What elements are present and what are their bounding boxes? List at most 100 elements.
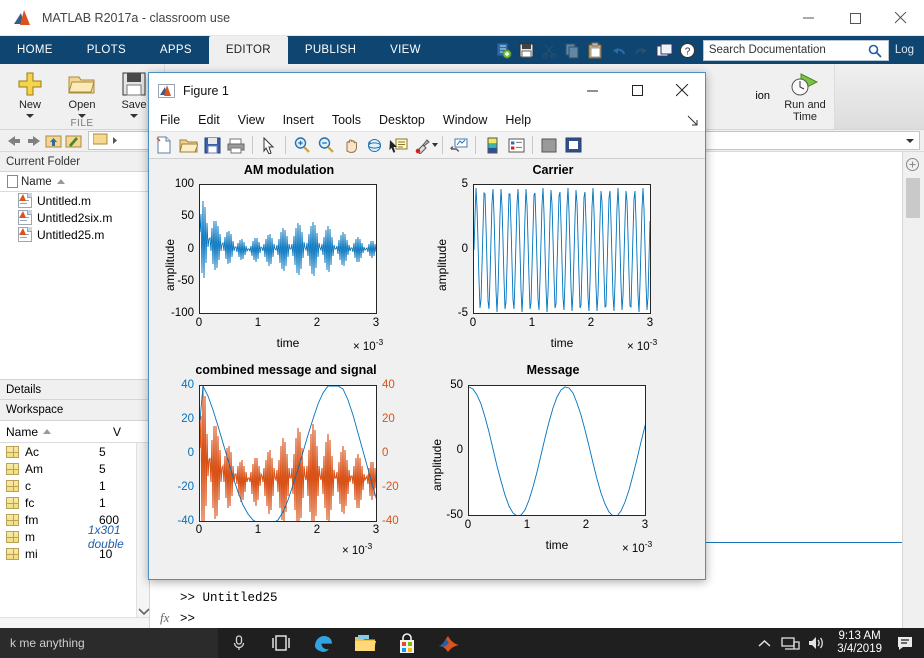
taskbar-clock[interactable]: 9:13 AM 3/4/2019 [829, 630, 890, 656]
close-icon[interactable] [660, 73, 705, 108]
maximize-icon[interactable] [615, 73, 660, 108]
hide-plot-tools-icon[interactable] [537, 133, 561, 157]
menu-view[interactable]: View [229, 108, 274, 132]
save-figure-icon[interactable] [200, 133, 224, 157]
dock-arrow-icon[interactable] [687, 115, 698, 129]
current-folder-file-list[interactable]: Name Untitled.m Untitled2six.m Untitled2… [0, 172, 149, 379]
file-list-item[interactable]: Untitled2six.m [0, 209, 149, 226]
chart-carrier[interactable]: Carrier amplitude 5 0 -5 0 1 2 3 time × … [421, 163, 685, 363]
show-plot-tools-icon[interactable] [561, 133, 585, 157]
menu-insert[interactable]: Insert [274, 108, 323, 132]
workspace-row[interactable]: mi 10 [0, 545, 149, 562]
panel-collapse-icon[interactable] [906, 158, 919, 174]
print-figure-icon[interactable] [224, 133, 248, 157]
tab-editor[interactable]: EDITOR [209, 36, 288, 64]
menu-help[interactable]: Help [496, 108, 540, 132]
menu-edit[interactable]: Edit [189, 108, 229, 132]
chart-message[interactable]: Message amplitude 50 0 -50 0 1 2 3 time … [421, 363, 685, 563]
new-figure-icon[interactable] [152, 133, 176, 157]
run-and-time-button[interactable]: Run and Time [776, 64, 834, 123]
plot-area[interactable] [199, 184, 377, 314]
minimize-icon[interactable] [786, 0, 832, 36]
edit-pointer-icon[interactable] [257, 133, 281, 157]
tab-publish[interactable]: PUBLISH [288, 36, 373, 64]
pan-icon[interactable] [338, 133, 362, 157]
plot-area[interactable] [473, 184, 651, 314]
show-hidden-icons-icon[interactable] [751, 628, 777, 658]
file-list-item[interactable]: Untitled.m [0, 192, 149, 209]
help-icon[interactable]: ? [677, 40, 698, 61]
forward-arrow-icon[interactable] [24, 131, 44, 150]
chart-am-modulation[interactable]: AM modulation amplitude 100 50 0 -50 -10… [157, 163, 421, 363]
rotate-3d-icon[interactable] [362, 133, 386, 157]
zoom-out-icon[interactable] [314, 133, 338, 157]
minimize-icon[interactable] [570, 73, 615, 108]
chevron-down-icon[interactable] [130, 114, 138, 118]
open-figure-icon[interactable] [176, 133, 200, 157]
workspace-horizontal-scrollbar[interactable] [0, 617, 149, 628]
volume-icon[interactable] [803, 628, 829, 658]
link-plot-icon[interactable] [447, 133, 471, 157]
paste-icon[interactable] [585, 40, 606, 61]
chevron-down-icon[interactable] [432, 143, 438, 147]
matlab-icon[interactable] [428, 628, 470, 658]
store-icon[interactable] [386, 628, 428, 658]
chevron-down-icon[interactable] [26, 114, 34, 118]
task-view-icon[interactable] [260, 628, 302, 658]
workspace-row[interactable]: m 1x301 double [0, 528, 149, 545]
switch-window-icon[interactable] [654, 40, 675, 61]
workspace-value-column[interactable]: V [113, 425, 121, 439]
workspace-row[interactable]: Am 5 [0, 460, 149, 477]
menu-window[interactable]: Window [434, 108, 496, 132]
chart-title: combined message and signal [154, 363, 418, 377]
workspace-row[interactable]: Ac 5 [0, 443, 149, 460]
colorbar-icon[interactable] [480, 133, 504, 157]
brush-data-icon[interactable] [410, 133, 434, 157]
plot-area[interactable] [468, 385, 646, 516]
workspace-panel-header: Workspace [0, 400, 149, 421]
chevron-down-icon[interactable] [906, 139, 914, 143]
menu-tools[interactable]: Tools [323, 108, 370, 132]
network-icon[interactable] [777, 628, 803, 658]
workspace-row[interactable]: c 1 [0, 477, 149, 494]
undo-icon[interactable] [608, 40, 629, 61]
up-folder-icon[interactable] [44, 131, 64, 150]
zoom-in-icon[interactable] [290, 133, 314, 157]
workspace-row[interactable]: fc 1 [0, 494, 149, 511]
data-cursor-icon[interactable] [386, 133, 410, 157]
command-prompt[interactable]: >> [180, 609, 902, 630]
figure-window[interactable]: Figure 1 File Edit View Insert Tools Des… [148, 72, 706, 580]
maximize-icon[interactable] [832, 0, 878, 36]
tab-home[interactable]: HOME [0, 36, 70, 64]
tab-view[interactable]: VIEW [373, 36, 438, 64]
legend-icon[interactable] [504, 133, 528, 157]
name-column-label[interactable]: Name [21, 176, 52, 188]
figure-canvas[interactable]: AM modulation amplitude 100 50 0 -50 -10… [149, 159, 705, 579]
details-panel-header[interactable]: Details [0, 379, 149, 400]
new-script-icon[interactable] [493, 40, 514, 61]
redo-icon [631, 40, 652, 61]
browse-folder-icon[interactable] [64, 131, 84, 150]
chart-combined-message-and-signal[interactable]: combined message and signal 40 20 0 -20 … [157, 363, 421, 563]
tab-apps[interactable]: APPS [143, 36, 209, 64]
tab-plots[interactable]: PLOTS [70, 36, 143, 64]
microphone-icon[interactable] [218, 628, 260, 658]
plot-area[interactable] [199, 385, 377, 522]
menu-file[interactable]: File [149, 108, 189, 132]
login-link[interactable]: Log [895, 44, 920, 56]
search-documentation-input[interactable]: Search Documentation [703, 40, 889, 61]
right-scrollbar-thumb[interactable] [906, 178, 920, 218]
new-button[interactable]: New [4, 64, 56, 118]
file-explorer-icon[interactable] [344, 628, 386, 658]
menu-desktop[interactable]: Desktop [370, 108, 434, 132]
action-center-icon[interactable] [890, 628, 920, 658]
cortana-search-box[interactable]: k me anything [0, 628, 218, 658]
save-icon[interactable] [516, 40, 537, 61]
workspace-name-column[interactable]: Name [6, 425, 38, 439]
back-arrow-icon[interactable] [4, 131, 24, 150]
workspace-table[interactable]: Name V Ac 5 Am 5 c 1 [0, 421, 149, 628]
open-button[interactable]: Open [56, 64, 108, 118]
edge-icon[interactable] [302, 628, 344, 658]
file-list-item[interactable]: Untitled25.m [0, 226, 149, 243]
close-icon[interactable] [878, 0, 924, 36]
